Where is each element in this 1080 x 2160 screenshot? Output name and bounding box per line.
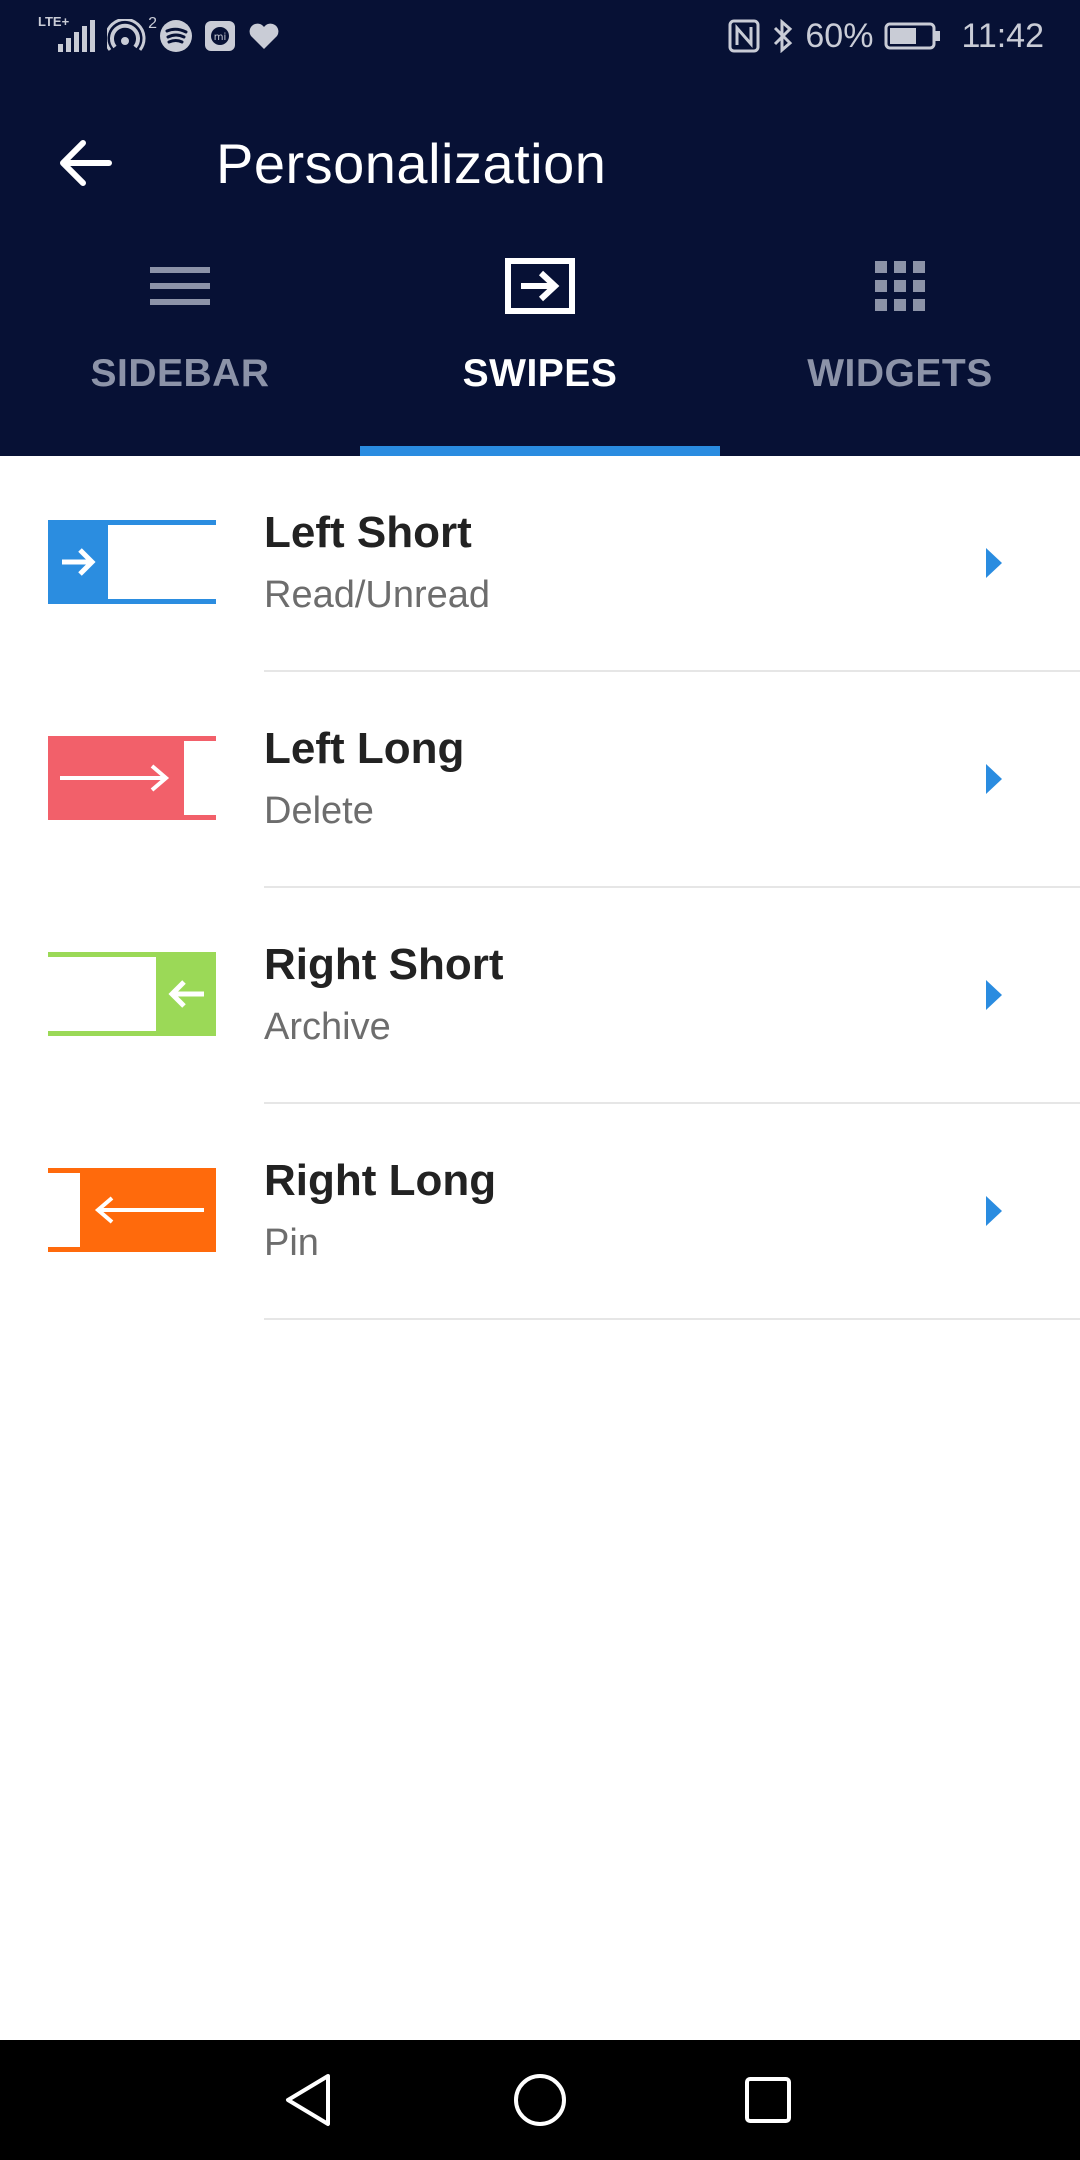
mi-icon: mi [203,19,237,53]
list-item-right-long[interactable]: Right Long Pin [0,1104,1080,1320]
swipe-right-long-icon [48,1168,216,1252]
list-item-left-long[interactable]: Left Long Delete [0,672,1080,888]
swipe-action: Read/Unread [264,574,491,616]
swipe-title: Right Long [264,1156,497,1205]
swipe-left-short-icon [48,520,216,604]
nfc-icon [727,19,761,53]
swipe-list: Left Short Read/Unread Left Long Delete … [0,456,1080,1320]
list-item-left-short[interactable]: Left Short Read/Unread [0,456,1080,672]
back-button[interactable] [42,120,128,206]
swipe-box-arrow-icon [360,248,720,324]
back-triangle-icon [286,2074,330,2126]
battery-percent: 60% [805,16,874,55]
nav-home-button[interactable] [504,2064,576,2136]
signal-icon: LTE+ [38,14,95,52]
swipe-left-long-icon [48,736,216,820]
chevron-right-icon [986,548,1002,578]
heart-icon [247,19,281,53]
list-item-right-short[interactable]: Right Short Archive [0,888,1080,1104]
svg-text:mi: mi [214,32,227,43]
home-circle-icon [514,2074,566,2126]
tab-label: WIDGETS [807,352,993,395]
tab-bar: SIDEBAR SWIPES WIDGETS [0,222,1080,456]
status-right: 60% 11:42 [727,14,1044,58]
tab-label: SWIPES [462,352,618,395]
swipe-action: Archive [264,1006,391,1048]
nav-recents-button[interactable] [732,2064,804,2136]
clock: 11:42 [961,16,1044,55]
tab-swipes[interactable]: SWIPES [360,222,720,456]
nav-back-button[interactable] [272,2064,344,2136]
hotspot-icon: 2 [105,15,157,53]
swipe-title: Right Short [264,940,504,989]
swipe-right-short-icon [48,952,216,1036]
app-bar: Personalization SIDEBAR SWIPES WIDGETS [0,72,1080,456]
battery-icon [883,19,943,53]
system-nav-bar [0,2040,1080,2160]
chevron-right-icon [986,764,1002,794]
swipe-title: Left Short [264,508,472,557]
chevron-right-icon [986,980,1002,1010]
tab-sidebar[interactable]: SIDEBAR [0,222,360,456]
arrow-left-icon [60,140,112,186]
status-left: LTE+ 2 mi [38,14,281,58]
swipe-title: Left Long [264,724,465,773]
divider [264,1318,1080,1320]
hotspot-count: 2 [148,15,157,32]
bluetooth-icon [771,19,795,53]
network-type-label: LTE+ [38,14,70,29]
tab-label: SIDEBAR [90,352,270,395]
status-bar: LTE+ 2 mi 60% 11:42 [0,0,1080,72]
chevron-right-icon [986,1196,1002,1226]
menu-lines-icon [0,248,360,324]
swipe-action: Delete [264,790,374,832]
page-title: Personalization [216,132,607,195]
recents-square-icon [745,2077,791,2123]
swipe-action: Pin [264,1222,319,1264]
grid-dots-icon [720,248,1080,324]
tab-widgets[interactable]: WIDGETS [720,222,1080,456]
active-tab-indicator [360,446,720,456]
spotify-icon [159,19,193,53]
